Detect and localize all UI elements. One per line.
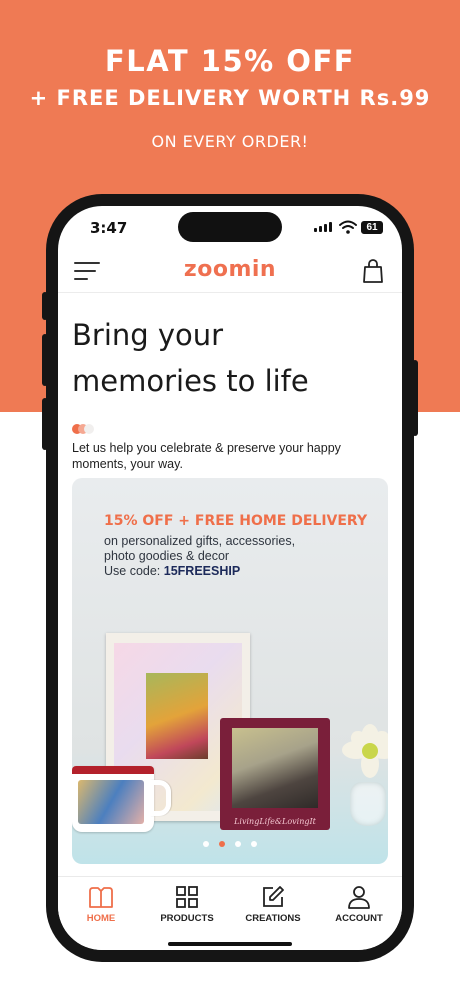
decorative-dots — [72, 421, 94, 439]
tab-creations-label: CREATIONS — [245, 913, 301, 924]
hero-title-line2: memories to life — [72, 364, 309, 398]
tab-account-label: ACCOUNT — [335, 913, 383, 924]
hero-tagline: Let us help you celebrate & preserve you… — [72, 441, 341, 471]
photo-tile-image: LivingLife&LovingIt — [220, 718, 330, 830]
carousel-dot[interactable] — [203, 841, 209, 847]
signal-icon — [314, 222, 332, 232]
hero-title-line1: Bring your — [72, 318, 224, 352]
app-bar: zoomin — [58, 252, 402, 293]
edit-icon — [263, 886, 284, 907]
status-bar: 3:47 61 — [58, 206, 402, 252]
banner-code-line: Use code: 15FREESHIP — [104, 564, 240, 578]
bottom-tab-bar: HOME PRODUCTS CREATIONS ACCOUNT — [58, 876, 402, 950]
carousel-indicator — [72, 834, 388, 852]
tab-products[interactable]: PRODUCTS — [144, 885, 230, 924]
banner-subtitle: on personalized gifts, accessories, phot… — [104, 534, 364, 564]
carousel-dot[interactable] — [219, 841, 225, 847]
tab-products-label: PRODUCTS — [160, 913, 214, 924]
home-indicator — [168, 942, 292, 946]
mug-image — [72, 766, 171, 832]
carousel-dot[interactable] — [235, 841, 241, 847]
home-icon — [89, 887, 113, 908]
mug-print — [78, 780, 144, 824]
promo-banner[interactable]: 15% OFF + FREE HOME DELIVERY on personal… — [72, 478, 388, 864]
carousel-dot[interactable] — [251, 841, 257, 847]
app-logo: zoomin — [183, 257, 277, 282]
banner-title: 15% OFF + FREE HOME DELIVERY — [104, 513, 368, 529]
wifi-icon — [339, 220, 357, 234]
hero-title: Bring your memories to life — [72, 312, 392, 404]
tab-home[interactable]: HOME — [58, 885, 144, 924]
promo-headline: FLAT 15% OFF — [104, 44, 356, 78]
phone-screen: 3:47 61 zoomin Bring your memories to li… — [58, 206, 402, 950]
banner-code-prefix: Use code: — [104, 564, 161, 578]
banner-subtitle-line1: on personalized gifts, accessories, — [104, 534, 296, 548]
shopping-bag-icon[interactable] — [362, 258, 384, 284]
status-time: 3:47 — [90, 219, 128, 237]
grid-icon — [176, 886, 198, 908]
tile-photo — [232, 728, 318, 808]
frame-photo — [146, 673, 208, 759]
flower-icon — [342, 722, 388, 782]
user-icon — [348, 886, 370, 909]
tab-home-label: HOME — [86, 913, 116, 924]
promo-caption: ON EVERY ORDER! — [151, 132, 309, 151]
mug-handle — [150, 780, 171, 816]
dynamic-island — [178, 212, 282, 242]
vase-image — [350, 782, 386, 826]
battery-icon: 61 — [361, 221, 383, 234]
promo-subheadline: + FREE DELIVERY WORTH Rs.99 — [29, 86, 431, 110]
tab-account[interactable]: ACCOUNT — [316, 885, 402, 924]
promo-code: 15FREESHIP — [163, 564, 241, 578]
banner-subtitle-line2: photo goodies & decor — [104, 549, 230, 563]
frame-caption: LivingLife&LovingIt — [234, 817, 316, 826]
mug-rim — [72, 766, 154, 774]
tab-creations[interactable]: CREATIONS — [230, 885, 316, 924]
